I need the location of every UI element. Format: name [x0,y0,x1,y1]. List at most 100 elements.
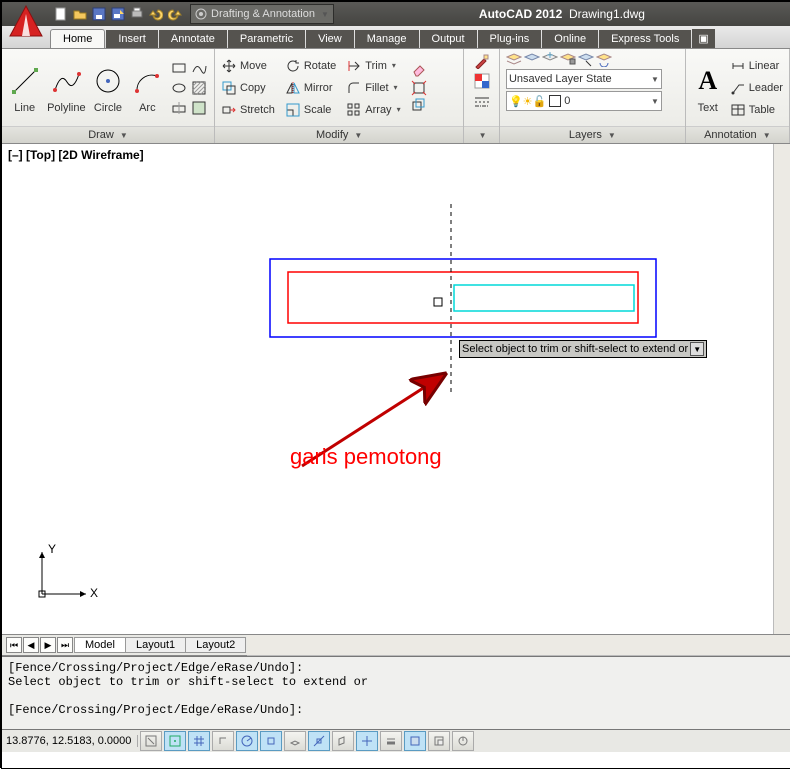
layer-freeze-icon[interactable] [542,51,558,67]
app-logo-icon[interactable] [6,4,46,40]
saveas-icon[interactable] [109,5,127,23]
workspace-selector[interactable]: Drafting & Annotation ▼ [190,4,334,24]
text-button[interactable]: A Text [692,62,724,114]
bylayer-color-icon[interactable] [474,73,490,89]
vertical-scrollbar[interactable] [773,144,790,634]
rectangle-icon[interactable] [170,59,188,77]
tab-nav-prev-icon[interactable]: ◀ [23,637,39,653]
ellipse-icon[interactable] [170,79,188,97]
3dosnap-button[interactable] [284,731,306,751]
rect-cyan [454,285,634,311]
array-button[interactable]: Array▾ [346,100,400,120]
tab-home[interactable]: Home [50,29,105,48]
mirror-button[interactable]: Mirror [285,78,336,98]
command-window[interactable]: [Fence/Crossing/Project/Edge/eRase/Undo]… [2,656,790,730]
print-icon[interactable] [128,5,146,23]
lwt-button[interactable] [380,731,402,751]
tab-nav-first-icon[interactable]: ⏮ [6,637,22,653]
layer-off-icon[interactable] [524,51,540,67]
tab-view[interactable]: View [306,30,354,48]
coordinate-readout[interactable]: 13.8776, 12.5183, 0.0000 [6,735,138,747]
hatch-icon[interactable] [190,79,208,97]
pickbox-cursor [434,298,442,306]
explode-icon[interactable] [411,80,427,96]
layout-tab-2[interactable]: Layout2 [185,637,246,653]
layer-prev-icon[interactable] [596,51,612,67]
osnap-button[interactable] [260,731,282,751]
dyn-button[interactable] [356,731,378,751]
tab-annotate[interactable]: Annotate [159,30,227,48]
arc-button[interactable]: Arc [131,62,164,114]
scale-button[interactable]: Scale [285,100,336,120]
tooltip-dropdown-icon[interactable]: ▼ [690,342,704,356]
layer-state-selector[interactable]: Unsaved Layer State▼ [506,69,662,89]
tpy-button[interactable] [404,731,426,751]
text-label: Text [698,102,718,114]
current-layer-name: 0 [564,95,570,107]
fillet-icon [346,80,362,96]
undo-icon[interactable] [147,5,165,23]
open-icon[interactable] [71,5,89,23]
tab-insert[interactable]: Insert [106,30,158,48]
polyline-button[interactable]: Polyline [47,62,85,114]
panel-draw-title[interactable]: Draw▼ [2,126,214,143]
panel-properties-title[interactable]: ▼ [464,126,499,143]
point-icon[interactable] [170,99,188,117]
ucs-y-label: Y [48,542,56,556]
copy-button[interactable]: Copy [221,78,275,98]
move-button[interactable]: Move [221,56,275,76]
layout-tab-1[interactable]: Layout1 [125,637,186,653]
current-layer-selector[interactable]: 💡 ☀ 🔓 0 ▼ [506,91,662,111]
new-icon[interactable] [52,5,70,23]
drawing-area[interactable]: [–] [Top] [2D Wireframe] Select object t… [2,144,790,634]
panel-modify-title[interactable]: Modify▼ [215,126,463,143]
tab-output[interactable]: Output [420,30,477,48]
line-button[interactable]: Line [8,62,41,114]
panel-layers-title[interactable]: Layers▼ [500,126,685,143]
spline-icon[interactable] [190,59,208,77]
rotate-button[interactable]: Rotate [285,56,336,76]
properties-brush-icon[interactable] [474,53,490,69]
ducs-button[interactable] [332,731,354,751]
ribbon: Line Polyline Circle Arc [2,49,790,144]
fillet-button[interactable]: Fillet▾ [346,78,400,98]
ribbon-tabs: Home Insert Annotate Parametric View Man… [2,26,790,49]
trim-button[interactable]: Trim▾ [346,56,400,76]
leader-icon [730,80,746,96]
layer-lock-icon[interactable] [560,51,576,67]
tab-parametric[interactable]: Parametric [228,30,305,48]
qp-button[interactable] [428,731,450,751]
linear-dim-button[interactable]: Linear [730,56,783,76]
region-icon[interactable] [190,99,208,117]
leader-button[interactable]: Leader [730,78,783,98]
tab-extra-icon[interactable]: ▣ [692,29,714,48]
linetype-icon[interactable] [474,93,490,109]
panel-annotation-title[interactable]: Annotation▼ [686,126,789,143]
table-button[interactable]: Table [730,100,783,120]
layout-tab-model[interactable]: Model [74,637,126,653]
tab-manage[interactable]: Manage [355,30,419,48]
grid-button[interactable] [188,731,210,751]
otrack-button[interactable] [308,731,330,751]
tab-nav-next-icon[interactable]: ▶ [40,637,56,653]
polar-button[interactable] [236,731,258,751]
tab-nav-last-icon[interactable]: ⏭ [57,637,73,653]
snap-button[interactable] [164,731,186,751]
redo-icon[interactable] [166,5,184,23]
offset-icon[interactable] [411,98,427,114]
line-label: Line [14,102,35,114]
sc-button[interactable] [452,731,474,751]
stretch-button[interactable]: Stretch [221,100,275,120]
tab-express[interactable]: Express Tools [599,30,691,48]
ortho-button[interactable] [212,731,234,751]
polyline-label: Polyline [47,102,86,114]
save-icon[interactable] [90,5,108,23]
horizontal-scrollbar[interactable] [247,635,790,656]
tab-plugins[interactable]: Plug-ins [478,30,542,48]
infer-constraints-button[interactable] [140,731,162,751]
tab-online[interactable]: Online [542,30,598,48]
circle-button[interactable]: Circle [91,62,124,114]
erase-icon[interactable] [411,62,427,78]
layer-properties-icon[interactable] [506,51,522,67]
layer-match-icon[interactable] [578,51,594,67]
